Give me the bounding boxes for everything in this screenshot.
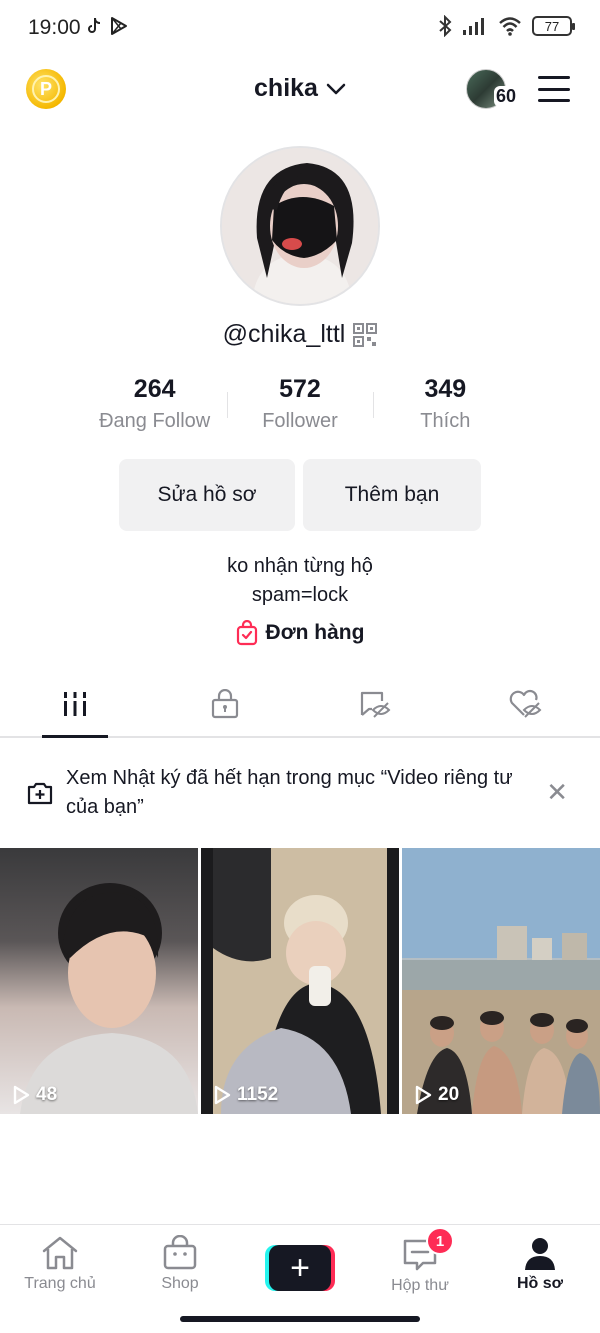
shop-bag-icon [163,1235,197,1270]
status-bar: 19:00 77 [0,0,600,58]
stat-label: Follower [262,410,338,432]
nav-profile[interactable]: Hồ sơ [480,1225,600,1305]
play-count: 1152 [213,1084,278,1106]
add-friend-button[interactable]: Thêm bạn [303,459,481,531]
lock-icon [211,689,239,719]
shopping-bag-icon [236,620,257,646]
battery-icon: 77 [532,16,575,36]
qr-code-icon[interactable] [353,322,378,347]
play-count-value: 48 [36,1084,58,1105]
tab-reposts[interactable] [300,672,450,736]
video-thumbnail[interactable]: 48 [0,848,198,1114]
nav-home[interactable]: Trang chủ [0,1225,120,1305]
play-count-value: 1152 [237,1084,279,1105]
home-indicator[interactable] [180,1316,420,1322]
stat-followers[interactable]: 572 Follower [227,372,372,442]
menu-line [538,99,570,102]
home-icon [42,1236,78,1270]
profile-bio: ko nhận từng hộ spam=lock [0,552,600,610]
handle-row: @chika_lttl [0,320,600,349]
profile-handle: @chika_lttl [222,320,346,348]
stat-following[interactable]: 264 Đang Follow [82,372,227,442]
nav-inbox[interactable]: 1 Hộp thư [360,1225,480,1305]
create-button[interactable]: + [265,1245,335,1291]
nav-label: Shop [161,1275,199,1292]
video-thumbnail-image [20,883,198,1114]
play-count: 20 [414,1084,459,1106]
inbox-badge: 1 [426,1227,454,1255]
video-thumbnail[interactable]: 20 [402,848,600,1114]
battery-level: 77 [544,18,560,34]
chevron-down-icon [326,83,346,94]
video-thumbnail-image [201,848,399,1114]
play-icon [13,1085,30,1105]
tab-liked[interactable] [450,672,600,736]
stat-likes[interactable]: 349 Thích [372,372,518,442]
orders-link[interactable]: Đơn hàng [0,620,600,646]
stat-label: Đang Follow [99,410,211,432]
play-icon [214,1085,231,1105]
signal-icon [463,18,484,35]
play-count: 48 [12,1084,57,1106]
profile-stats: 264 Đang Follow 572 Follower 349 Thích [82,372,518,442]
bluetooth-icon [439,15,452,37]
avatar-image [222,148,378,304]
bio-line: spam=lock [251,584,349,606]
username-title: chika [254,74,318,102]
wifi-icon [499,17,521,36]
friends-count: 60 [494,86,519,107]
status-right-icons: 77 [438,15,575,37]
profile-header: P chika 60 [0,58,600,122]
play-count-value: 20 [438,1084,460,1105]
orders-label: Đơn hàng [265,621,365,644]
video-grid: 48 1152 20 [0,848,600,1114]
profile-icon [525,1238,555,1270]
tab-videos[interactable] [0,672,150,738]
menu-line [538,76,570,79]
status-time: 19:00 [28,16,81,39]
play-store-icon [111,17,127,35]
play-icon [415,1085,432,1105]
hidden-repost-icon [360,691,391,718]
close-icon[interactable]: ✕ [546,779,568,805]
edit-profile-button[interactable]: Sửa hồ sơ [119,459,295,531]
stat-value: 349 [424,375,467,403]
stat-value: 264 [133,375,176,403]
status-left-icons [86,16,128,36]
hamburger-menu-icon[interactable] [538,76,570,102]
content-tabs [0,672,600,738]
tab-private[interactable] [150,672,300,736]
grid-icon [64,692,86,716]
nav-label: Trang chủ [24,1275,96,1292]
hidden-heart-icon [509,689,542,718]
menu-line [538,87,570,91]
video-thumbnail-image [402,848,600,1114]
expired-diary-banner[interactable]: Xem Nhật ký đã hết hạn trong mục “Video … [0,740,600,846]
plus-icon: + [269,1245,331,1291]
stat-value: 572 [279,375,321,403]
stat-label: Thích [420,410,471,432]
bio-line: ko nhận từng hộ [227,555,373,577]
profile-actions: Sửa hồ sơ Thêm bạn [119,459,481,531]
banner-text: Xem Nhật ký đã hết hạn trong mục “Video … [66,767,513,818]
nav-create[interactable]: + [240,1225,360,1305]
nav-label: Hộp thư [391,1277,449,1294]
tiktok-icon [88,17,101,33]
nav-label: Hồ sơ [516,1275,564,1292]
video-thumbnail[interactable]: 1152 [201,848,399,1114]
nav-shop[interactable]: Shop [120,1225,240,1305]
camera-plus-icon [27,782,53,805]
profile-avatar[interactable] [220,146,380,306]
